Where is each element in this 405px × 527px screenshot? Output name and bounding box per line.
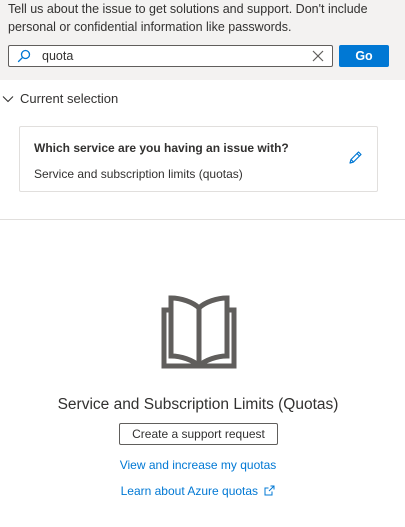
external-link-icon (264, 485, 275, 496)
learn-quotas-link[interactable]: Learn about Azure quotas (0, 484, 396, 498)
selection-answer: Service and subscription limits (quotas) (34, 167, 243, 181)
learn-quotas-link-label[interactable]: Learn about Azure quotas (121, 484, 258, 498)
result-title: Service and Subscription Limits (Quotas) (57, 396, 339, 413)
intro-text: Tell us about the issue to get solutions… (8, 2, 368, 34)
search-icon (17, 49, 31, 63)
current-selection-toggle[interactable]: Current selection (0, 88, 200, 110)
selection-question: Which service are you having an issue wi… (34, 141, 289, 155)
go-button[interactable]: Go (339, 45, 389, 67)
current-selection-title: Current selection (20, 91, 119, 106)
selection-card: Which service are you having an issue wi… (19, 126, 378, 192)
create-support-request-button[interactable]: Create a support request (119, 423, 278, 445)
book-icon (161, 295, 237, 369)
search-input[interactable]: quota (8, 45, 333, 67)
divider (0, 219, 405, 220)
search-value[interactable]: quota (42, 49, 73, 63)
chevron-down-icon (2, 96, 14, 103)
view-quotas-link[interactable]: View and increase my quotas (0, 458, 396, 472)
view-quotas-link-label[interactable]: View and increase my quotas (120, 458, 277, 472)
close-icon[interactable] (311, 49, 325, 63)
pencil-icon[interactable] (347, 150, 363, 166)
